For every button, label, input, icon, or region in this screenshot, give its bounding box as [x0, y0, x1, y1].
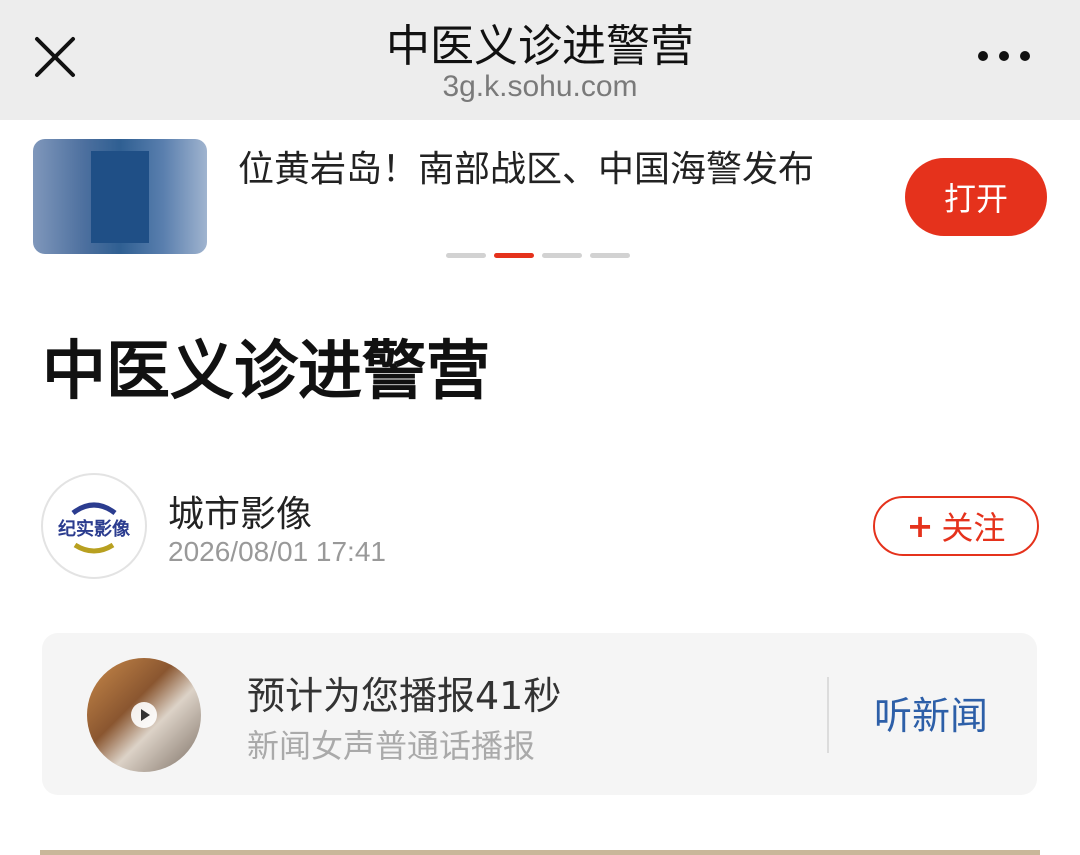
logo-icon: 纪实影像	[58, 502, 131, 554]
carousel-dot[interactable]	[446, 253, 486, 258]
plus-icon: +	[906, 507, 934, 545]
content-image-edge	[40, 850, 1040, 855]
more-icon[interactable]	[978, 48, 1030, 64]
article-title: 中医义诊进警营	[42, 335, 490, 409]
listen-subtitle: 新闻女声普通话播报	[247, 727, 536, 765]
follow-label: 关注	[941, 509, 1006, 547]
promo-thumbnail[interactable]	[33, 139, 207, 254]
avatar-logo-text: 纪实影像	[58, 518, 131, 540]
divider	[827, 677, 829, 753]
carousel-dot[interactable]	[542, 253, 582, 258]
follow-button[interactable]: + 关注	[873, 496, 1039, 556]
author-name[interactable]: 城市影像	[168, 485, 312, 537]
top-bar: 中医义诊进警营 3g.k.sohu.com	[0, 0, 1080, 120]
more-dot	[1020, 51, 1030, 61]
listen-title: 预计为您播报41秒	[247, 674, 562, 718]
author-avatar[interactable]: 纪实影像	[41, 473, 147, 579]
listen-news-button[interactable]: 听新闻	[874, 685, 988, 740]
listen-news-card[interactable]: 预计为您播报41秒 新闻女声普通话播报 听新闻	[42, 633, 1037, 795]
more-dot	[978, 51, 988, 61]
page-title: 中医义诊进警营	[386, 21, 694, 72]
carousel-dot[interactable]	[590, 253, 630, 258]
more-dot	[999, 51, 1009, 61]
open-app-button[interactable]: 打开	[905, 158, 1047, 236]
listen-thumbnail[interactable]	[87, 658, 201, 772]
carousel-dot-active[interactable]	[494, 253, 534, 258]
carousel-indicator	[446, 253, 630, 258]
ship-image	[91, 151, 149, 243]
play-icon[interactable]	[131, 702, 157, 728]
publish-time: 2026/08/01 17:41	[168, 536, 386, 567]
promo-headline[interactable]: 位黄岩岛！南部战区、中国海警发布	[238, 140, 814, 192]
page-url: 3g.k.sohu.com	[442, 70, 638, 103]
